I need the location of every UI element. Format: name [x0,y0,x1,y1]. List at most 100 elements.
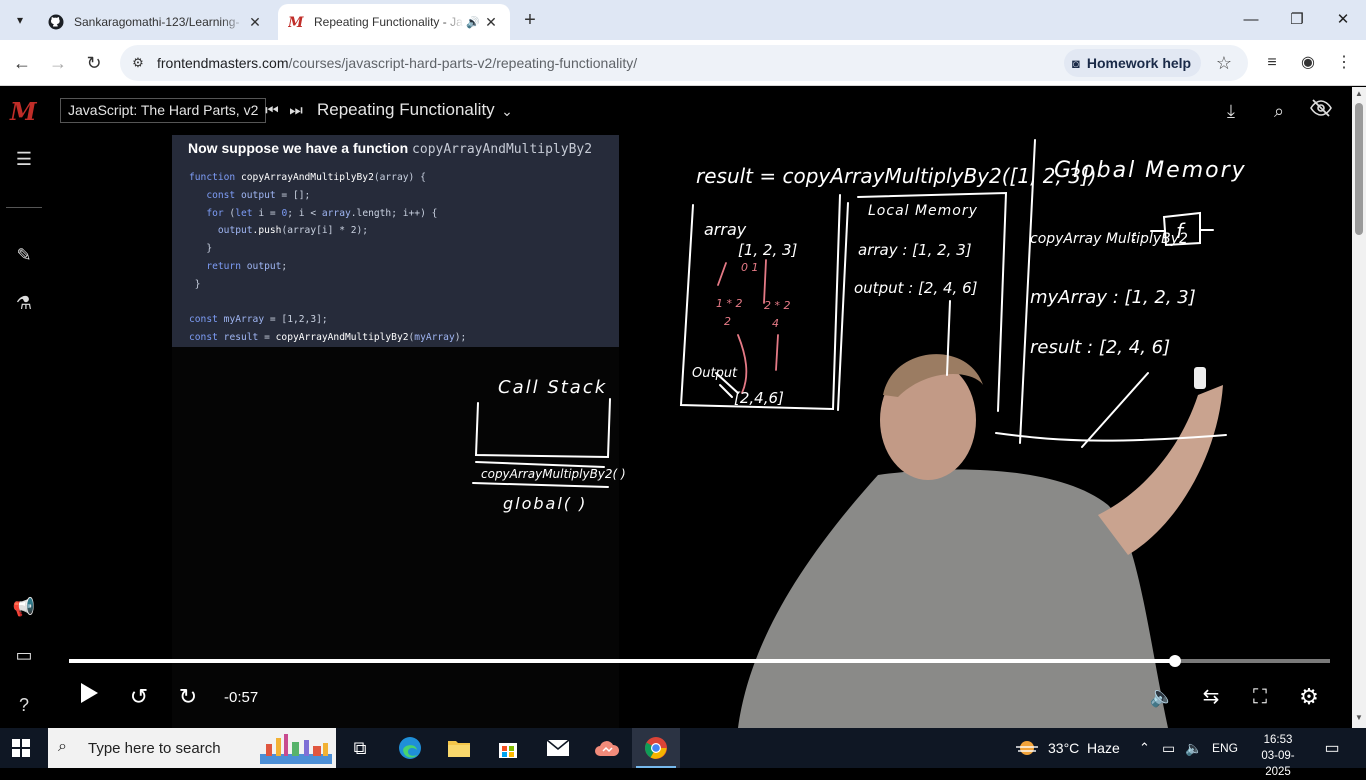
windows-taskbar: ⌕ Type here to search ⧉ 33°C Haze ⌃ ▭ 🔈 … [0,728,1366,778]
github-icon [48,14,64,30]
stack-frame: copyArrayMultiplyBy2( ) [481,467,626,481]
stack-frame: global( ) [503,494,587,513]
divider [6,207,42,208]
restore-button[interactable]: ❐ [1274,6,1320,34]
play-icon[interactable] [74,682,104,712]
forward-button[interactable]: → [44,49,72,77]
local-output: output : [2, 4, 6] [854,279,978,297]
notification-icon[interactable]: ▭ [1320,738,1344,758]
url-text[interactable]: frontendmasters.com/courses/javascript-h… [157,55,637,71]
close-icon[interactable]: ✕ [246,14,264,31]
volume-icon[interactable]: 🔈 [1147,682,1177,712]
edge-icon[interactable] [386,728,434,768]
chevron-down-icon[interactable]: ⌄ [497,99,517,123]
search-placeholder: Type here to search [88,740,221,757]
svg-text:M: M [288,15,304,30]
previous-lesson-icon[interactable]: ⏮ [260,99,284,123]
index-labels: 0 1 [741,261,759,274]
homework-help-button[interactable]: ◙ Homework help [1064,49,1202,77]
weather-icon [1016,741,1038,755]
global-memory-label: Global Memory [1054,158,1247,183]
scroll-thumb[interactable] [1355,103,1363,235]
settings-gear-icon[interactable]: ⚙ [1294,682,1324,712]
presenter-figure [738,354,1223,728]
speaker-icon[interactable]: 🔊 [464,16,482,29]
chrome-icon[interactable] [632,728,680,768]
progress-handle[interactable] [1168,655,1181,667]
bookmark-star-icon[interactable]: ☆ [1212,51,1236,75]
cloud-app-icon[interactable] [583,728,631,768]
forward-skip-icon[interactable]: ↻ [173,682,203,712]
player-header: M JavaScript: The Hard Parts, v2 ⏮ ⏭ Rep… [0,87,1352,135]
global-result: result : [2, 4, 6] [1030,337,1170,358]
back-button[interactable]: ← [8,49,36,77]
menu-icon[interactable]: ⋮ [1330,49,1358,77]
course-icon[interactable]: ▭ [12,643,36,667]
frontendmasters-icon: M [288,14,304,30]
local-memory-label: Local Memory [868,203,978,219]
close-window-button[interactable]: ✕ [1320,6,1366,34]
fullscreen-icon[interactable]: ⛶ [1245,682,1275,712]
system-clock[interactable]: 16:53 03-09-2025 [1252,732,1304,780]
site-info-icon[interactable]: ⚙ [128,53,148,73]
reload-button[interactable]: ↻ [80,49,108,77]
lessons-list-icon[interactable]: ☰ [12,147,36,171]
profile-icon[interactable]: ◉ [1294,49,1322,77]
output-label: Output [692,366,738,381]
tab-search-button[interactable]: ▾ [6,6,34,34]
tab-title: Sankaragomathi-123/Learning- [74,15,240,29]
weather-widget[interactable]: 33°C Haze [1014,728,1120,768]
scroll-up-icon[interactable]: ▲ [1352,89,1366,98]
hide-icon[interactable] [1309,99,1333,123]
scroll-down-icon[interactable]: ▼ [1352,713,1366,722]
tab-github[interactable]: Sankaragomathi-123/Learning- ✕ [38,4,274,40]
search-icon[interactable]: ⌕ [1267,99,1291,123]
global-myarray: myArray : [1, 2, 3] [1030,287,1196,308]
progress-fill [69,659,1175,663]
board-shade [172,347,619,728]
course-link[interactable]: JavaScript: The Hard Parts, v2 [60,98,267,123]
language-indicator[interactable]: ENG [1212,728,1238,768]
tab-title: Repeating Functionality - Ja [314,15,463,29]
result-line: result = copyArrayMultiplyBy2([1, 2, 3]) [696,164,1097,188]
file-explorer-icon[interactable] [435,728,483,768]
taskbar-search-box[interactable]: ⌕ Type here to search [48,728,336,768]
player-sidebar: ☰ ✎ ⚗ 📢 ▭ ? [0,135,48,728]
search-highlight-icon [260,734,332,764]
exercise-icon[interactable]: ⚗ [12,291,36,315]
help-icon[interactable]: ? [12,693,36,717]
next-lesson-icon[interactable]: ⏭ [284,99,308,123]
minimize-button[interactable]: — [1228,6,1274,34]
volume-tray-icon[interactable]: 🔈 [1185,728,1202,768]
microsoft-store-icon[interactable] [484,728,532,768]
mail-icon[interactable] [534,728,582,768]
progress-bar[interactable] [69,655,1330,667]
task-view-icon[interactable]: ⧉ [336,728,384,768]
chevron-up-icon[interactable]: ⌃ [1139,728,1150,768]
notes-icon[interactable]: ✎ [12,243,36,267]
browser-toolbar: ← → ↻ ⚙ frontendmasters.com/courses/java… [0,40,1366,86]
address-bar[interactable]: ⚙ frontendmasters.com/courses/javascript… [120,45,1248,81]
download-icon[interactable]: ⤓ [1219,99,1243,123]
announcement-icon[interactable]: 📢 [12,595,36,619]
search-icon: ⌕ [58,738,67,755]
calc-two: 2 * 2 [764,299,791,312]
page-scrollbar[interactable]: ▲ ▼ [1352,87,1366,728]
local-array: array : [1, 2, 3] [858,241,972,259]
calc-two-result: 4 [772,317,779,330]
calc-one-result: 2 [724,315,731,328]
windows-start-icon[interactable] [12,739,30,757]
array-values: [1, 2, 3] [738,241,798,259]
playlist-icon[interactable]: ⇆ [1196,682,1226,712]
rewind-icon[interactable]: ↺ [124,682,154,712]
tab-repeating-functionality[interactable]: M Repeating Functionality - Ja 🔊 ✕ [278,4,510,40]
frontendmasters-logo[interactable]: M [10,97,37,126]
media-control-icon[interactable]: ≡ [1258,49,1286,77]
lesson-title: Repeating Functionality [317,100,495,119]
network-icon[interactable]: ▭ [1162,728,1175,768]
array-label: array [704,220,747,239]
video-player[interactable]: Now suppose we have a function copyArray… [48,135,1352,728]
calc-one: 1 * 2 [716,297,743,310]
close-icon[interactable]: ✕ [482,14,500,31]
new-tab-button[interactable]: + [518,9,542,33]
